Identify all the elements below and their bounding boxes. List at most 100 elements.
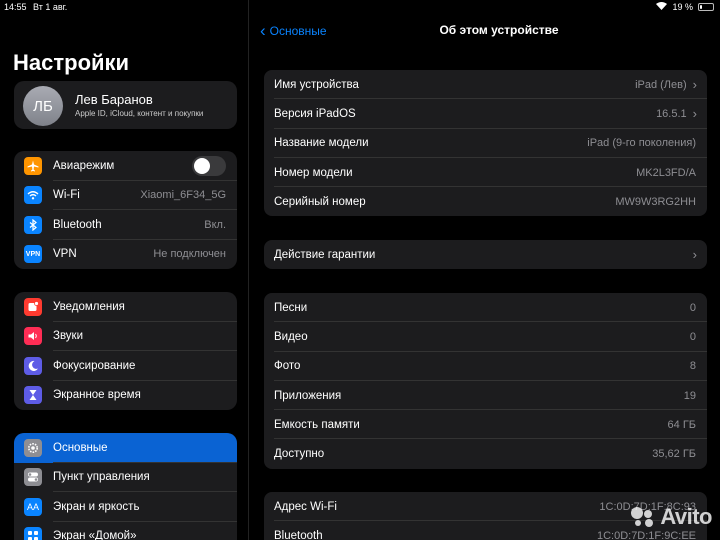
sidebar-item-value: Вкл.: [204, 218, 226, 231]
moon-icon: [24, 356, 42, 375]
switches-icon: [24, 468, 42, 487]
sidebar-item-display[interactable]: AA Экран и яркость: [14, 492, 237, 522]
detail-group-warranty: Действие гарантии ›: [264, 240, 707, 270]
row-label: Bluetooth: [274, 529, 323, 540]
row-label: Номер модели: [274, 166, 353, 179]
row-value: iPad (Лев): [635, 78, 687, 91]
sidebar: Настройки ЛБ Лев Баранов Apple ID, iClou…: [0, 0, 249, 540]
sidebar-item-label: Основные: [53, 441, 108, 454]
row-warranty[interactable]: Действие гарантии ›: [264, 240, 707, 269]
sidebar-item-home-screen[interactable]: Экран «Домой»: [14, 522, 237, 540]
sidebar-group-general: Основные Пункт управления AA Экран и ярк…: [14, 433, 237, 540]
row-value: 35,62 ГБ: [652, 448, 696, 461]
battery-percent: 19 %: [672, 2, 693, 12]
sidebar-item-label: Экран «Домой»: [53, 530, 137, 540]
row-value: MW9W3RG2HH: [615, 195, 696, 208]
profile-card[interactable]: ЛБ Лев Баранов Apple ID, iCloud, контент…: [14, 81, 237, 129]
row-label: Приложения: [274, 389, 342, 402]
battery-icon: [698, 3, 714, 11]
row-value: MK2L3FD/A: [636, 166, 696, 179]
sidebar-item-label: Экранное время: [53, 389, 141, 402]
row-songs: Песни 0: [264, 293, 707, 323]
status-indicators: 19 %: [656, 2, 714, 12]
airplane-icon: [24, 156, 42, 175]
status-time: 14:55: [4, 2, 27, 12]
sidebar-group-notifications: Уведомления Звуки Фокусирование Экранное…: [14, 292, 237, 410]
sidebar-item-label: Экран и яркость: [53, 500, 140, 513]
status-bar: 14:55 Вт 1 авг. 19 %: [0, 0, 720, 14]
sidebar-item-wifi[interactable]: Wi-Fi Xiaomi_6F34_5G: [14, 181, 237, 211]
row-label: Песни: [274, 301, 308, 314]
row-model-name: Название модели iPad (9-го поколения): [264, 129, 707, 159]
row-value: 19: [683, 389, 696, 402]
watermark-text: Avito: [660, 504, 712, 529]
gear-icon: [24, 438, 42, 457]
row-label: Серийный номер: [274, 195, 366, 208]
page-title: Об этом устройстве: [439, 23, 559, 37]
row-value: iPad (9-го поколения): [587, 137, 696, 150]
hourglass-icon: [24, 386, 42, 405]
sidebar-item-label: Фокусирование: [53, 359, 136, 372]
detail-group-media: Песни 0 Видео 0 Фото 8 Приложения 19 Емк…: [264, 293, 707, 469]
chevron-right-icon: ›: [692, 106, 697, 122]
sidebar-item-bluetooth[interactable]: Bluetooth Вкл.: [14, 210, 237, 240]
sidebar-item-label: Звуки: [53, 330, 84, 343]
row-capacity: Емкость памяти 64 ГБ: [264, 410, 707, 440]
row-label: Имя устройства: [274, 78, 359, 91]
chevron-right-icon: ›: [692, 247, 697, 263]
row-value: 0: [689, 301, 696, 314]
sidebar-item-focus[interactable]: Фокусирование: [14, 351, 237, 381]
row-value: 1C:0D:7D:1F:9C:EE: [596, 529, 696, 540]
sidebar-item-value: Не подключен: [153, 248, 226, 261]
row-value: 8: [689, 360, 696, 373]
sidebar-item-label: VPN: [53, 248, 77, 261]
avito-watermark: Avito: [631, 504, 712, 530]
sidebar-item-general[interactable]: Основные: [14, 433, 237, 463]
wifi-status-icon: [656, 2, 668, 12]
detail-group-device: Имя устройства iPad (Лев) › Версия iPadO…: [264, 70, 707, 217]
sidebar-item-control-center[interactable]: Пункт управления: [14, 463, 237, 493]
wifi-icon: [24, 186, 42, 205]
sidebar-item-label: Уведомления: [53, 300, 125, 313]
sidebar-item-notifications[interactable]: Уведомления: [14, 292, 237, 322]
sidebar-item-label: Bluetooth: [53, 218, 102, 231]
row-available: Доступно 35,62 ГБ: [264, 439, 707, 468]
row-label: Фото: [274, 360, 301, 373]
row-videos: Видео 0: [264, 322, 707, 352]
sidebar-title: Настройки: [13, 50, 130, 75]
row-value: 16.5.1: [656, 107, 687, 120]
profile-subtitle: Apple ID, iCloud, контент и покупки: [75, 109, 204, 118]
sidebar-item-label: Авиарежим: [53, 159, 115, 172]
row-value: 0: [689, 330, 696, 343]
sidebar-item-screen-time[interactable]: Экранное время: [14, 381, 237, 411]
row-value: 64 ГБ: [667, 418, 696, 431]
detail-pane: ‹ Основные Об этом устройстве Имя устрой…: [250, 0, 720, 540]
vpn-icon: VPN: [24, 245, 42, 264]
row-model-number[interactable]: Номер модели MK2L3FD/A: [264, 158, 707, 188]
chevron-right-icon: ›: [692, 77, 697, 93]
bell-icon: [24, 297, 42, 316]
row-serial-number: Серийный номер MW9W3RG2HH: [264, 187, 707, 216]
sidebar-item-value: Xiaomi_6F34_5G: [140, 189, 226, 202]
row-device-name[interactable]: Имя устройства iPad (Лев) ›: [264, 70, 707, 100]
row-applications: Приложения 19: [264, 381, 707, 411]
sidebar-group-connectivity: Авиарежим Wi-Fi Xiaomi_6F34_5G Bluetooth…: [14, 151, 237, 269]
row-label: Версия iPadOS: [274, 107, 356, 120]
row-label: Действие гарантии: [274, 248, 376, 261]
sidebar-item-vpn[interactable]: VPN VPN Не подключен: [14, 240, 237, 270]
airplane-toggle[interactable]: [192, 155, 226, 176]
row-label: Название модели: [274, 137, 369, 150]
status-date: Вт 1 авг.: [33, 2, 68, 12]
grid-icon: [24, 527, 42, 540]
row-label: Видео: [274, 330, 308, 343]
row-os-version[interactable]: Версия iPadOS 16.5.1 ›: [264, 99, 707, 129]
avatar: ЛБ: [23, 86, 63, 126]
sidebar-item-label: Wi-Fi: [53, 189, 80, 202]
profile-name: Лев Баранов: [75, 92, 153, 107]
speaker-icon: [24, 327, 42, 346]
row-label: Доступно: [274, 448, 325, 461]
sidebar-item-airplane[interactable]: Авиарежим: [14, 151, 237, 181]
sidebar-item-label: Пункт управления: [53, 471, 150, 484]
aa-icon: AA: [24, 497, 42, 516]
sidebar-item-sounds[interactable]: Звуки: [14, 322, 237, 352]
